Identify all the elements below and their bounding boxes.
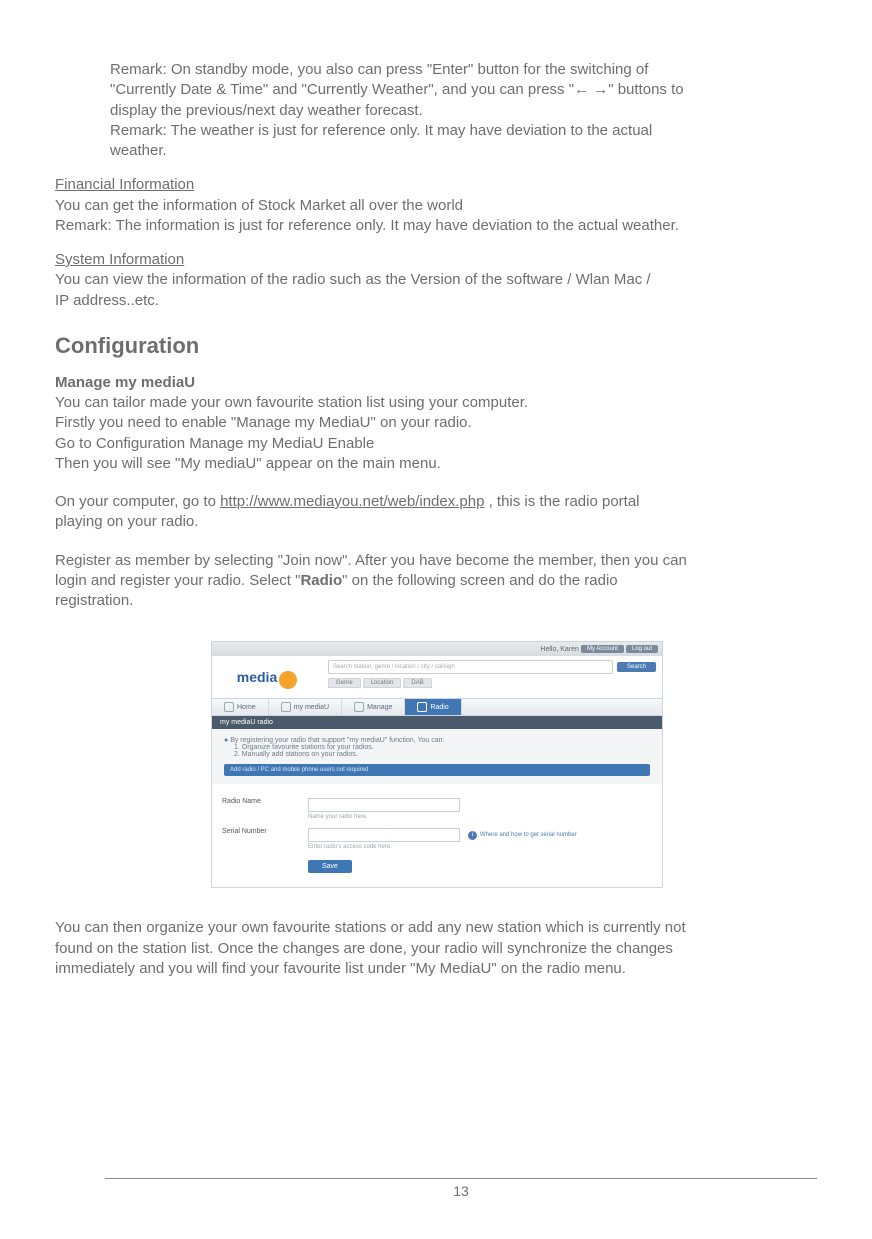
- manage-line: Firstly you need to enable "Manage my Me…: [55, 413, 817, 433]
- remark-block: Remark: On standby mode, you also can pr…: [110, 60, 817, 161]
- system-info-line: IP address..etc.: [55, 291, 817, 311]
- ss-topbar: Hello, Karen My Account Log out: [212, 642, 662, 656]
- register-line: registration.: [55, 591, 817, 611]
- ss-tab-dab[interactable]: DAB: [403, 678, 431, 688]
- ss-nav-manage[interactable]: Manage: [342, 699, 405, 715]
- page-footer: 13: [105, 1178, 817, 1199]
- financial-info-line: You can get the information of Stock Mar…: [55, 196, 817, 216]
- footer-rule: [105, 1178, 817, 1179]
- ss-nav: Home my mediaU Manage Radio: [212, 699, 662, 716]
- register-bold: Radio: [300, 572, 342, 589]
- ss-intro: ● By registering your radio that support…: [224, 737, 650, 758]
- info-icon: i: [468, 831, 477, 840]
- register-part: " on the following screen and do the rad…: [342, 572, 618, 589]
- manual-page: Remark: On standby mode, you also can pr…: [0, 0, 872, 1239]
- intro-line: 1. Organize favourite stations for your …: [234, 744, 650, 751]
- ss-tab-genre[interactable]: Genre: [328, 678, 361, 688]
- remark-line: "Currently Date & Time" and "Currently W…: [110, 80, 817, 100]
- remark-line: Remark: On standby mode, you also can pr…: [110, 60, 817, 80]
- ss-addradio-bar: Add radio / PC and mobile phone users no…: [224, 764, 650, 776]
- mediau-screenshot: Hello, Karen My Account Log out media Se…: [211, 641, 661, 888]
- mediau-logo: media: [212, 656, 322, 698]
- after-line: You can then organize your own favourite…: [55, 918, 817, 938]
- register-part: login and register your radio. Select ": [55, 572, 300, 589]
- ss-tab-location[interactable]: Location: [363, 678, 402, 688]
- manage-mediau-heading: Manage my mediaU: [55, 373, 817, 393]
- oncomputer-line: playing on your radio.: [55, 512, 817, 532]
- system-info-line: You can view the information of the radi…: [55, 270, 817, 290]
- nav-label: my mediaU: [294, 704, 329, 711]
- financial-info-line: Remark: The information is just for refe…: [55, 216, 817, 236]
- ss-input-serial[interactable]: [308, 828, 460, 842]
- intro-line: 2. Manually add stations on your radios.: [234, 751, 650, 758]
- remark-line: weather.: [110, 141, 817, 161]
- ss-hint-serial: Enter radio's access code here.: [308, 844, 652, 850]
- remark-line: Remark: The weather is just for referenc…: [110, 121, 817, 141]
- nav-label: Radio: [430, 704, 448, 711]
- nav-label: Home: [237, 704, 256, 711]
- nav-label: Manage: [367, 704, 392, 711]
- manage-line: You can tailor made your own favourite s…: [55, 393, 817, 413]
- ss-save-button[interactable]: Save: [308, 860, 352, 873]
- intro-line: By registering your radio that support "…: [230, 737, 444, 744]
- configuration-heading: Configuration: [55, 333, 817, 359]
- ss-body: ● By registering your radio that support…: [212, 729, 662, 784]
- ss-header: media Search station, genre / location /…: [212, 656, 662, 699]
- ss-input-radioname[interactable]: [308, 798, 460, 812]
- gear-icon: [354, 702, 364, 712]
- oncomputer-line: On your computer, go to http://www.media…: [55, 492, 817, 512]
- ss-search: Search station, genre / location / city …: [328, 660, 656, 674]
- after-line: immediately and you will find your favou…: [55, 959, 817, 979]
- ss-logout-button[interactable]: Log out: [626, 645, 658, 653]
- ss-search-input[interactable]: Search station, genre / location / city …: [328, 660, 613, 674]
- page-number: 13: [105, 1183, 817, 1199]
- system-info-heading: System Information: [55, 250, 817, 270]
- after-line: found on the station list. Once the chan…: [55, 939, 817, 959]
- info-text: Where and how to get serial number: [480, 832, 577, 838]
- manage-line: Go to Configuration Manage my MediaU Ena…: [55, 434, 817, 454]
- manage-line: Then you will see "My mediaU" appear on …: [55, 454, 817, 474]
- ss-nav-home[interactable]: Home: [212, 699, 269, 715]
- ss-serial-info-link[interactable]: iWhere and how to get serial number: [468, 831, 577, 840]
- ss-hint-radioname: Name your radio here.: [308, 814, 652, 820]
- ss-search-button[interactable]: Search: [617, 662, 656, 672]
- ss-myaccount-button[interactable]: My Account: [581, 645, 624, 653]
- register-line: Register as member by selecting "Join no…: [55, 551, 817, 571]
- ss-label-serial: Serial Number: [222, 828, 308, 835]
- oncomputer-post: , this is the radio portal: [484, 493, 639, 510]
- home-icon: [224, 702, 234, 712]
- financial-info-heading: Financial Information: [55, 175, 817, 195]
- ss-section-bar: my mediaU radio: [212, 716, 662, 729]
- mediayou-link[interactable]: http://www.mediayou.net/web/index.php: [220, 493, 484, 510]
- ss-nav-mymediau[interactable]: my mediaU: [269, 699, 342, 715]
- logo-icon: [279, 671, 297, 689]
- radio-icon: [417, 702, 427, 712]
- register-line: login and register your radio. Select "R…: [55, 571, 817, 591]
- oncomputer-pre: On your computer, go to: [55, 493, 220, 510]
- ss-nav-radio[interactable]: Radio: [405, 699, 461, 715]
- star-icon: [281, 702, 291, 712]
- ss-form: Radio Name Name your radio here. Serial …: [212, 784, 662, 887]
- logo-text: media: [237, 669, 277, 685]
- ss-hello-label: Hello, Karen: [540, 646, 579, 653]
- remark-line: display the previous/next day weather fo…: [110, 101, 817, 121]
- ss-label-radioname: Radio Name: [222, 798, 308, 805]
